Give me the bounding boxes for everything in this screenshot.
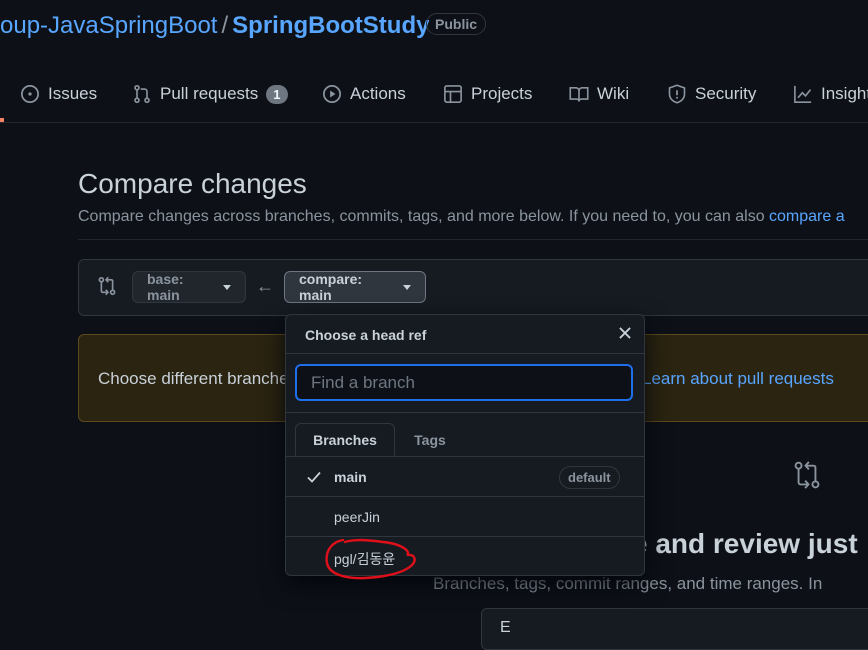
flash-text: Choose different branche	[98, 369, 289, 388]
pull-requests-count-badge: 1	[266, 84, 288, 104]
issue-icon	[21, 85, 39, 103]
nav-security-label: Security	[695, 84, 757, 103]
compare-branch-label: compare: main	[299, 271, 363, 303]
nav-insights-tab[interactable]: Insights	[793, 76, 868, 112]
arrow-left-icon: ←	[256, 276, 274, 296]
compare-across-forks-link[interactable]: compare a	[769, 208, 845, 225]
nav-wiki-tab[interactable]: Wiki	[569, 76, 629, 112]
graph-icon	[794, 85, 812, 103]
base-branch-label: base: main	[147, 271, 184, 303]
nav-actions-label: Actions	[350, 84, 406, 103]
nav-divider	[0, 122, 868, 123]
dropdown-filter	[286, 354, 644, 413]
play-icon	[323, 85, 341, 103]
example-comparisons-label: E	[500, 619, 511, 636]
nav-wiki-label: Wiki	[597, 84, 630, 103]
shield-icon	[668, 84, 686, 104]
tab-branches[interactable]: Branches	[295, 423, 395, 456]
repo-owner-link[interactable]: oup-JavaSpringBoot	[0, 12, 217, 39]
annotation-circle	[325, 538, 416, 580]
tab-tags[interactable]: Tags	[400, 423, 460, 456]
branch-label: main	[334, 469, 367, 485]
nav-security-tab[interactable]: Security	[667, 76, 756, 112]
check-icon	[307, 471, 321, 483]
nav-actions-tab[interactable]: Actions	[322, 76, 406, 112]
heading-divider	[78, 239, 868, 240]
nav-issues-label: Issues	[48, 84, 98, 103]
repo-separator: /	[221, 12, 229, 39]
branch-item-peerjin[interactable]: peerJin	[286, 497, 644, 537]
chevron-down-icon	[223, 284, 231, 290]
blankslate-subtitle: Branches, tags, commit ranges, and time …	[433, 574, 823, 593]
book-icon	[569, 86, 589, 102]
table-icon	[444, 85, 462, 103]
nav-projects-label: Projects	[471, 84, 533, 103]
learn-pull-requests-link[interactable]: Learn about pull requests	[642, 369, 834, 389]
nav-insights-label: Insights	[821, 84, 868, 103]
nav-pull-requests-tab[interactable]: Pull requests 1	[132, 76, 288, 112]
visibility-badge: Public	[426, 13, 487, 35]
nav-pull-requests-label: Pull requests	[160, 84, 259, 103]
repo-nav: Issues Pull requests 1 Actions Projects …	[0, 76, 868, 112]
dropdown-header: Choose a head ref	[286, 315, 644, 354]
repo-title: oup-JavaSpringBoot / SpringBootStudy	[0, 12, 429, 40]
subtitle-text: Compare changes across branches, commits…	[78, 208, 770, 225]
default-badge: default	[559, 466, 620, 489]
nav-issues-tab[interactable]: Issues	[20, 76, 97, 112]
base-branch-button[interactable]: base: main	[132, 271, 246, 303]
git-compare-icon	[794, 461, 820, 489]
pull-request-icon	[134, 84, 150, 104]
blankslate-title: e and review just	[632, 528, 858, 559]
page-title: Compare changes	[78, 168, 307, 199]
branch-label: peerJin	[334, 509, 380, 525]
nav-projects-tab[interactable]: Projects	[443, 76, 532, 112]
dropdown-title: Choose a head ref	[305, 327, 427, 343]
find-branch-input[interactable]	[295, 364, 633, 401]
close-icon[interactable]	[616, 324, 634, 342]
dropdown-tabs: Branches Tags	[286, 413, 644, 457]
page-subtitle: Compare changes across branches, commits…	[78, 208, 845, 226]
git-compare-icon	[98, 276, 116, 296]
branch-item-main[interactable]: main default	[286, 457, 644, 497]
compare-branch-button[interactable]: compare: main	[284, 271, 426, 303]
repo-name-link[interactable]: SpringBootStudy	[232, 12, 429, 39]
example-comparisons-box[interactable]	[481, 608, 868, 650]
chevron-down-icon	[403, 284, 411, 290]
